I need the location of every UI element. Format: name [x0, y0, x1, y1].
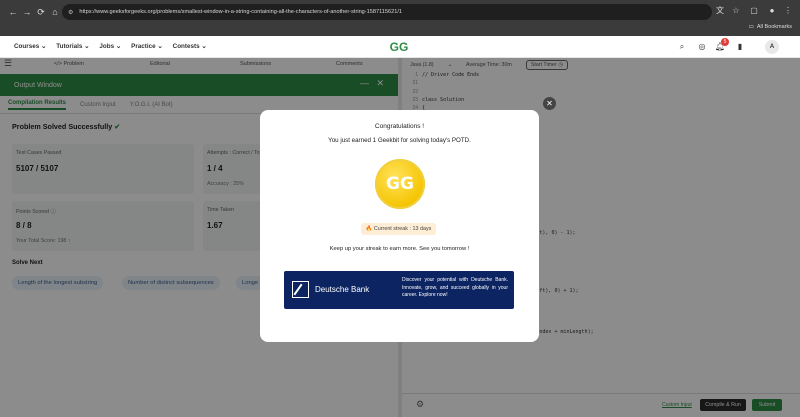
coin-logo: GG	[386, 174, 414, 194]
home-icon[interactable]: ⌂	[48, 5, 62, 19]
nav-jobs[interactable]: Jobs ⌄	[99, 43, 121, 50]
geekbit-coin-icon: GG	[375, 159, 425, 209]
all-bookmarks-label: All Bookmarks	[756, 24, 792, 30]
translate-icon[interactable]: 文	[714, 5, 726, 17]
address-bar[interactable]: ⚙ https://www.geeksforgeeks.org/problems…	[62, 4, 712, 20]
bookmark-star-icon[interactable]: ☆	[730, 5, 742, 17]
reload-icon[interactable]: ⟳	[34, 5, 48, 19]
deutsche-bank-logo-icon	[292, 281, 309, 298]
site-nav: Courses ⌄ Tutorials ⌄ Jobs ⌄ Practice ⌄ …	[14, 43, 207, 50]
potd-congrats-modal: Congratulations ! You just earned 1 Geek…	[260, 110, 539, 342]
extensions-icon[interactable]: ▢	[748, 5, 760, 17]
url-text: https://www.geeksforgeeks.org/problems/s…	[79, 9, 403, 15]
modal-title: Congratulations !	[374, 123, 425, 130]
folder-icon: ▭	[748, 24, 754, 30]
deutsche-bank-ad[interactable]: Deutsche Bank Discover your potential wi…	[284, 271, 514, 309]
modal-subtitle: You just earned 1 Geekbit for solving to…	[328, 137, 471, 144]
nav-courses[interactable]: Courses ⌄	[14, 43, 46, 50]
nav-tutorials[interactable]: Tutorials ⌄	[56, 43, 89, 50]
forward-icon[interactable]: →	[20, 5, 34, 19]
streak-badge: 🔥 Current streak : 13 days	[361, 223, 436, 235]
menu-icon[interactable]: ⋮	[782, 5, 794, 17]
nav-contests[interactable]: Contests ⌄	[173, 43, 207, 50]
streak-icon[interactable]: ◎	[696, 41, 708, 53]
all-bookmarks[interactable]: ▭ All Bookmarks	[749, 24, 792, 30]
nav-practice[interactable]: Practice ⌄	[131, 43, 163, 50]
ad-brand: Deutsche Bank	[315, 285, 370, 294]
profile-icon[interactable]: ●	[766, 5, 778, 17]
notification-badge: 5	[721, 38, 729, 46]
gfg-logo[interactable]: GG	[385, 40, 413, 54]
bookmark-icon[interactable]: ▮	[734, 41, 746, 53]
back-icon[interactable]: ←	[6, 5, 20, 19]
search-icon[interactable]: ⌕	[676, 41, 688, 53]
streak-message: Keep up your streak to earn more. See yo…	[329, 246, 470, 252]
avatar[interactable]: A	[765, 40, 779, 54]
close-icon[interactable]: ✕	[543, 97, 556, 110]
ad-text: Discover your potential with Deutsche Ba…	[402, 277, 508, 298]
browser-chrome: ← → ⟳ ⌂ ⚙ https://www.geeksforgeeks.org/…	[0, 0, 800, 36]
site-info-icon[interactable]: ⚙	[68, 9, 73, 16]
